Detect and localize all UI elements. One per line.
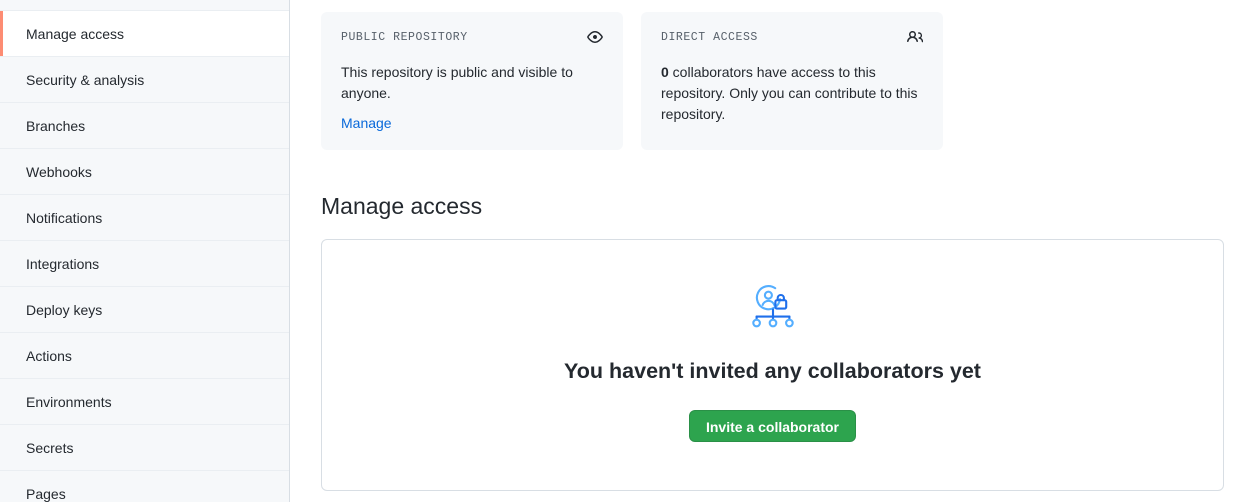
sidebar-item-secrets[interactable]: Secrets bbox=[0, 425, 289, 471]
card-body-text: 0 collaborators have access to this repo… bbox=[661, 62, 923, 125]
card-label: PUBLIC REPOSITORY bbox=[341, 31, 468, 44]
people-icon bbox=[907, 29, 924, 50]
card-header: PUBLIC REPOSITORY bbox=[341, 30, 603, 50]
sidebar-item-label: Security & analysis bbox=[26, 71, 145, 88]
sidebar-item-label: Deploy keys bbox=[26, 301, 103, 318]
sidebar-item-environments[interactable]: Environments bbox=[0, 379, 289, 425]
card-body-text: This repository is public and visible to… bbox=[341, 64, 573, 101]
sidebar-item-security-analysis[interactable]: Security & analysis bbox=[0, 57, 289, 103]
public-repository-card: PUBLIC REPOSITORY This repository is pub… bbox=[321, 12, 623, 150]
eye-icon bbox=[587, 29, 603, 50]
sidebar-item-label: Manage access bbox=[26, 25, 125, 42]
direct-access-card: DIRECT ACCESS 0 collaborators have acces… bbox=[641, 12, 943, 150]
collaborator-count: 0 bbox=[661, 64, 669, 80]
summary-cards: PUBLIC REPOSITORY This repository is pub… bbox=[321, 12, 943, 150]
sidebar-item-integrations[interactable]: Integrations bbox=[0, 241, 289, 287]
sidebar-item-manage-access[interactable]: Manage access bbox=[0, 11, 289, 57]
card-body-rest: collaborators have access to this reposi… bbox=[661, 64, 918, 122]
page-title: Manage access bbox=[321, 193, 483, 219]
sidebar-item-deploy-keys[interactable]: Deploy keys bbox=[0, 287, 289, 333]
empty-state-title: You haven't invited any collaborators ye… bbox=[564, 359, 981, 383]
sidebar-item-label: Branches bbox=[26, 117, 86, 134]
card-header: DIRECT ACCESS bbox=[661, 29, 924, 50]
sidebar-item-notifications[interactable]: Notifications bbox=[0, 195, 289, 241]
sidebar-item-label: Integrations bbox=[26, 255, 100, 272]
card-label: DIRECT ACCESS bbox=[661, 31, 758, 44]
sidebar-item-label: Notifications bbox=[26, 209, 103, 226]
collaborators-panel: You haven't invited any collaborators ye… bbox=[321, 239, 1224, 491]
sidebar-item-webhooks[interactable]: Webhooks bbox=[0, 149, 289, 195]
collaborators-lock-illustration bbox=[744, 282, 802, 335]
settings-sidebar: Manage access Security & analysis Branch… bbox=[0, 0, 290, 502]
sidebar-item-label: Actions bbox=[26, 347, 72, 364]
manage-visibility-link[interactable]: Manage bbox=[341, 113, 392, 134]
sidebar-item-label: Environments bbox=[26, 393, 112, 410]
sidebar-item-label: Secrets bbox=[26, 439, 74, 456]
settings-page: Manage access Security & analysis Branch… bbox=[0, 0, 1234, 502]
empty-state: You haven't invited any collaborators ye… bbox=[322, 240, 1223, 442]
sidebar-item-branches[interactable]: Branches bbox=[0, 103, 289, 149]
sidebar-item-actions[interactable]: Actions bbox=[0, 333, 289, 379]
sidebar-item-label: Pages bbox=[26, 485, 66, 502]
invite-collaborator-button[interactable]: Invite a collaborator bbox=[688, 410, 857, 442]
sidebar-item-label: Webhooks bbox=[26, 163, 92, 180]
sidebar-item-pages[interactable]: Pages bbox=[0, 471, 289, 502]
settings-main: PUBLIC REPOSITORY This repository is pub… bbox=[290, 0, 1234, 502]
sidebar-item-partial-top[interactable] bbox=[0, 0, 289, 11]
